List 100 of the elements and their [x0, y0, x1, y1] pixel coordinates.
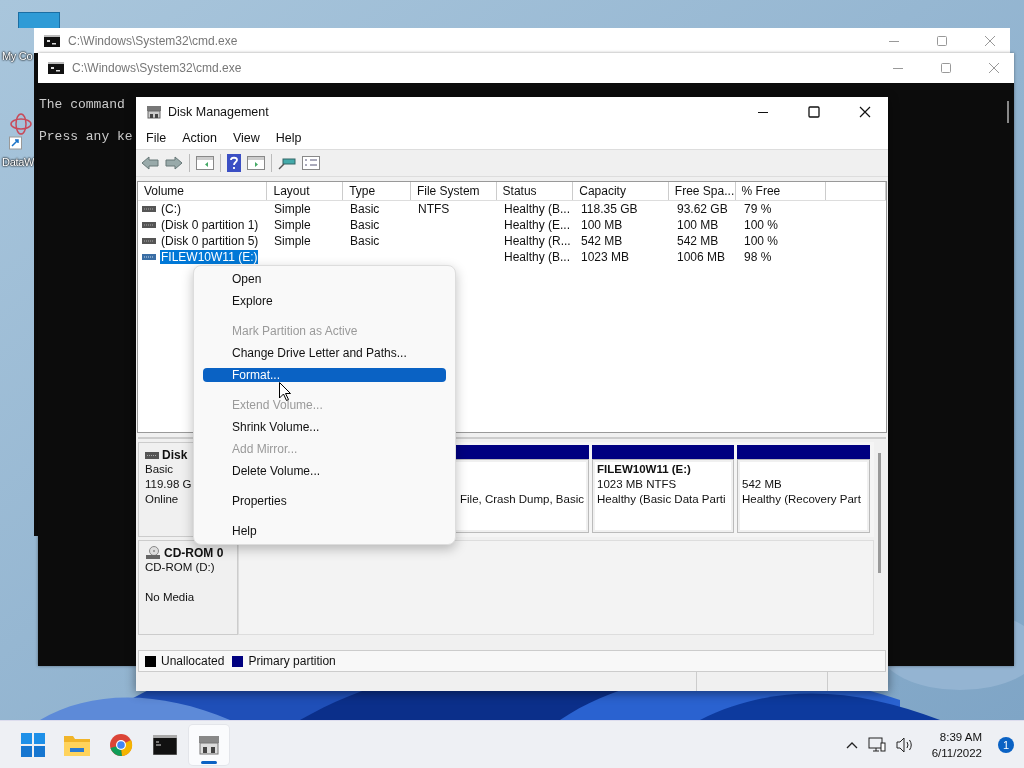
- disk-icon[interactable]: [278, 156, 296, 170]
- notification-badge[interactable]: 1: [998, 736, 1014, 753]
- disc-drive-icon: [145, 546, 161, 560]
- disk-name: Disk: [162, 448, 188, 462]
- table-cell: Simple: [274, 234, 311, 248]
- table-cell: 118.35 GB: [581, 202, 638, 216]
- column-header[interactable]: File System: [410, 182, 497, 200]
- cursor-icon: [279, 382, 291, 401]
- table-cell: Basic: [350, 218, 380, 232]
- menu-item[interactable]: Explore: [203, 290, 446, 312]
- time-text: 8:39 AM: [939, 729, 982, 745]
- disk-drive-icon: [197, 733, 221, 756]
- maximize-icon[interactable]: [808, 105, 820, 118]
- legend-label: Unallocated: [161, 654, 225, 668]
- disk-drive-icon: [146, 104, 162, 119]
- window-title: Disk Management: [168, 104, 269, 119]
- network-icon[interactable]: [867, 736, 886, 753]
- table-cell: 100 MB: [677, 218, 719, 232]
- column-header[interactable]: Status: [496, 182, 574, 200]
- menu-item[interactable]: Format...: [203, 368, 446, 382]
- clock[interactable]: 8:39 AM 6/11/2022: [931, 728, 982, 761]
- table-cell[interactable]: (C:): [160, 202, 182, 216]
- table-cell: 79 %: [744, 202, 772, 216]
- window-title: C:\Windows\System32\cmd.exe: [72, 61, 242, 75]
- disk-info: No Media: [145, 590, 195, 605]
- close-icon[interactable]: [859, 105, 871, 118]
- column-header[interactable]: Free Spa...: [668, 182, 736, 200]
- partition-info: 1023 MB NTFS: [597, 477, 678, 492]
- disk-info: 119.98 G: [145, 477, 192, 492]
- partition-title: FILEW10W11 (E:): [597, 463, 691, 475]
- table-cell: Basic: [350, 202, 380, 216]
- column-header[interactable]: Layout: [267, 182, 344, 200]
- disk-info: Basic: [145, 462, 174, 477]
- terminal-icon: [153, 734, 177, 755]
- disk-name: CD-ROM 0: [164, 546, 224, 560]
- table-cell: Healthy (B...: [504, 250, 571, 264]
- table-cell: 542 MB: [677, 234, 719, 248]
- folder-icon: [64, 733, 90, 756]
- table-cell: 100 %: [744, 218, 779, 232]
- browser-icon: [109, 732, 133, 757]
- console-text: Press any ke: [39, 129, 133, 146]
- legend-label: Primary partition: [248, 654, 336, 668]
- console-text: The command: [39, 97, 125, 114]
- menu-item[interactable]: Help: [275, 130, 302, 145]
- menu-item[interactable]: View: [232, 130, 260, 145]
- table-cell: Healthy (B...: [504, 202, 571, 216]
- partition-info: Healthy (Recovery Part: [742, 492, 862, 507]
- scrollbar-thumb[interactable]: [1007, 101, 1009, 123]
- table-cell[interactable]: (Disk 0 partition 5): [160, 234, 260, 248]
- table-cell: Basic: [350, 234, 380, 248]
- console-icon: [44, 34, 60, 47]
- table-cell: 98 %: [744, 250, 772, 264]
- menu-item[interactable]: Change Drive Letter and Paths...: [203, 342, 446, 364]
- back-arrow-icon[interactable]: [141, 156, 159, 170]
- checklist-icon[interactable]: [302, 156, 320, 170]
- table-cell: 1023 MB: [581, 250, 630, 264]
- panel-icon[interactable]: [247, 156, 265, 170]
- taskbar-button[interactable]: [189, 724, 229, 765]
- table-cell: 100 MB: [581, 218, 623, 232]
- shortcut-icon[interactable]: [9, 112, 33, 150]
- drive-icon: [142, 222, 156, 228]
- column-header[interactable]: % Free: [735, 182, 827, 200]
- console-icon: [48, 62, 64, 74]
- menu-item[interactable]: File: [146, 130, 167, 145]
- table-cell: NTFS: [418, 202, 450, 216]
- disk-label-panel[interactable]: CD-ROM 0 CD-ROM (D:) No Media: [138, 540, 238, 635]
- table-cell: 100 %: [744, 234, 779, 248]
- drive-icon: [142, 206, 156, 212]
- start-icon: [21, 732, 45, 757]
- table-cell: 93.62 GB: [677, 202, 728, 216]
- column-header[interactable]: Volume: [138, 182, 268, 200]
- menu-item[interactable]: Open: [203, 268, 446, 290]
- column-header[interactable]: Capacity: [573, 182, 669, 200]
- table-cell: 542 MB: [581, 234, 623, 248]
- panel-icon[interactable]: [196, 156, 214, 170]
- table-cell[interactable]: (Disk 0 partition 1): [160, 218, 260, 232]
- caret-up-icon[interactable]: [845, 740, 858, 749]
- speaker-icon[interactable]: [895, 736, 914, 753]
- disk-info: CD-ROM (D:): [145, 560, 215, 575]
- window-title: C:\Windows\System32\cmd.exe: [68, 33, 238, 48]
- table-cell: Healthy (E...: [504, 218, 571, 232]
- drive-icon: [142, 238, 156, 244]
- table-cell[interactable]: FILEW10W11 (E:): [160, 250, 259, 264]
- drive-icon: [142, 254, 156, 260]
- scrollbar-thumb[interactable]: [878, 453, 881, 573]
- monitor-icon[interactable]: [18, 12, 60, 28]
- menu-item[interactable]: Action: [182, 130, 217, 145]
- menu-item[interactable]: Shrink Volume...: [203, 416, 446, 438]
- partition-info: Healthy (Basic Data Parti: [597, 492, 727, 507]
- drive-icon: [145, 451, 159, 459]
- table-cell: Healthy (R...: [504, 234, 571, 248]
- partition-info: 542 MB: [742, 477, 783, 492]
- help-icon[interactable]: [227, 154, 241, 172]
- partition-info: File, Crash Dump, Basic: [460, 492, 584, 507]
- table-cell: Simple: [274, 218, 311, 232]
- date-text: 6/11/2022: [931, 745, 982, 761]
- table-cell: 1006 MB: [677, 250, 726, 264]
- disk-info: Online: [145, 492, 179, 507]
- forward-arrow-icon[interactable]: [165, 156, 183, 170]
- column-header[interactable]: Type: [343, 182, 411, 200]
